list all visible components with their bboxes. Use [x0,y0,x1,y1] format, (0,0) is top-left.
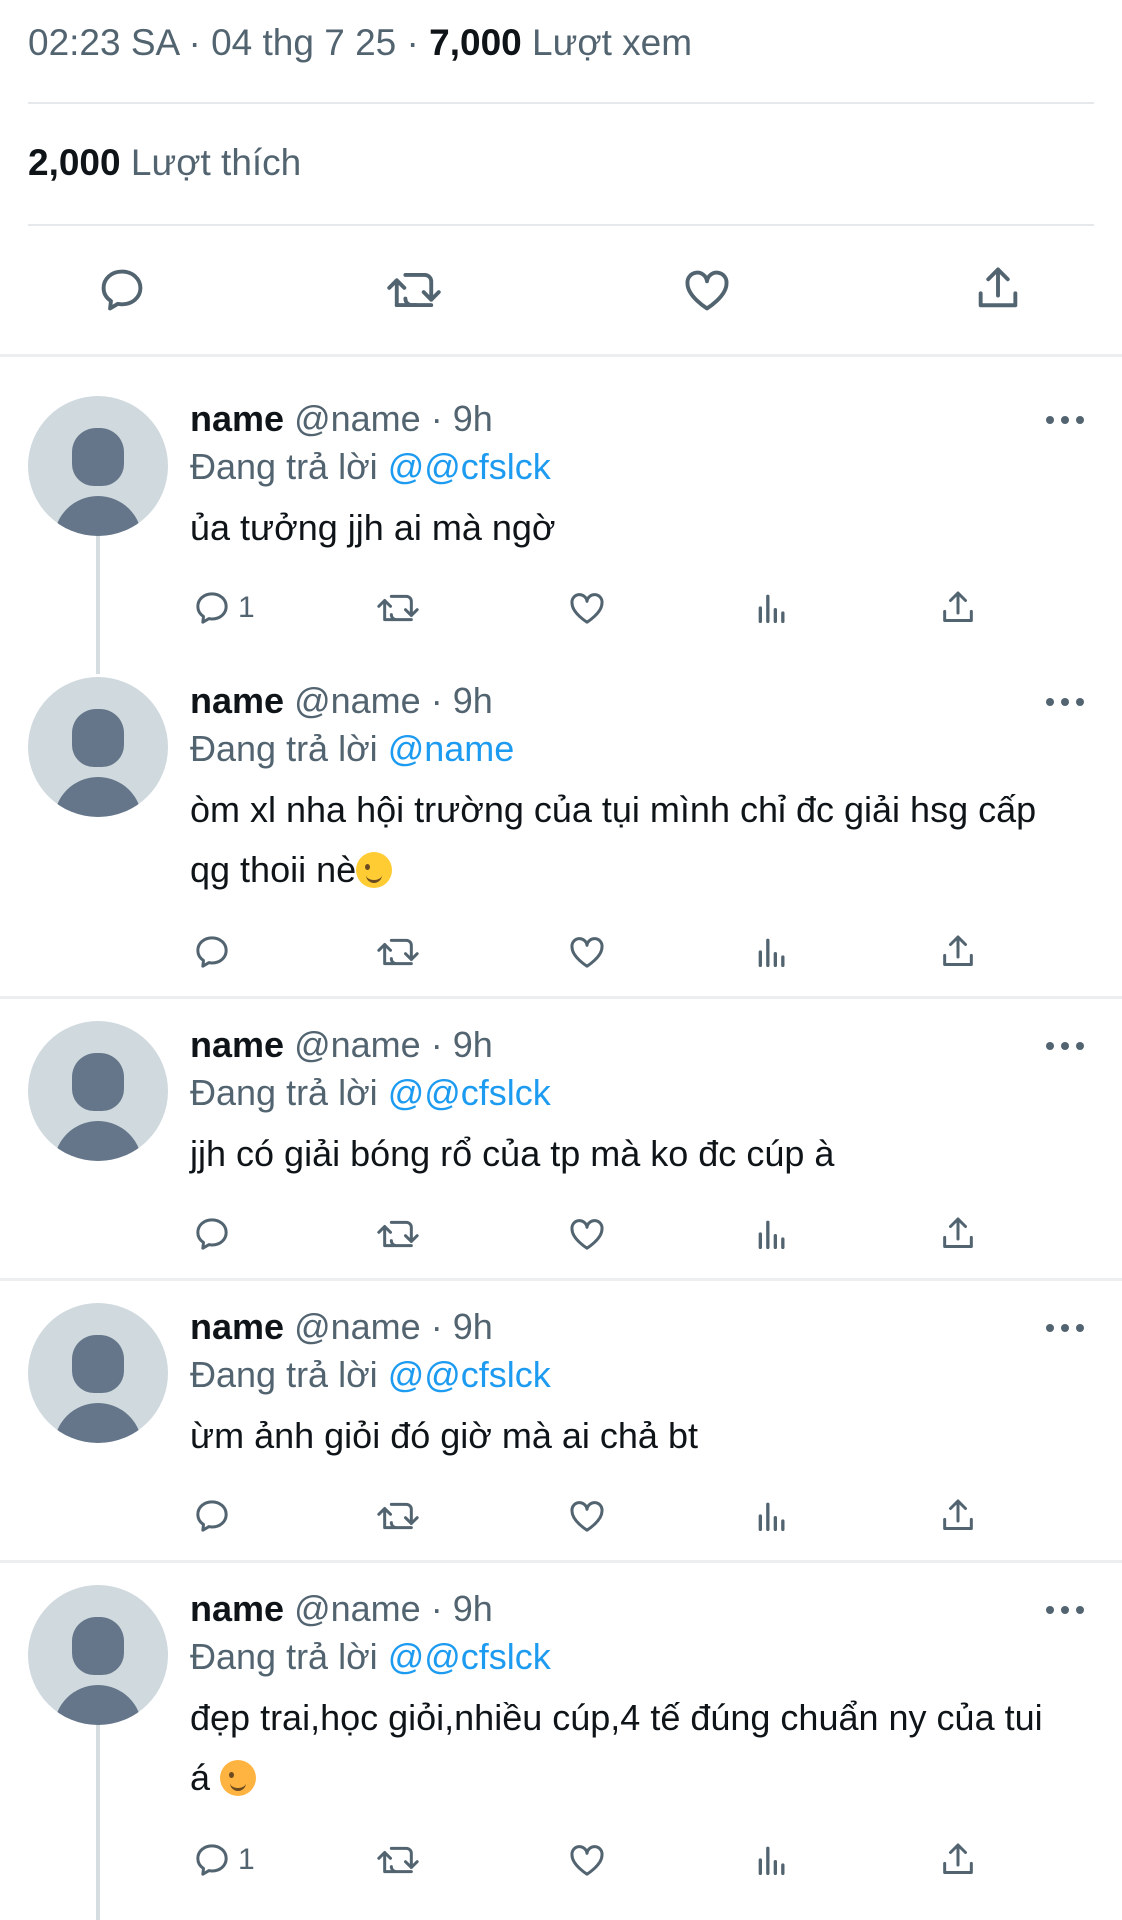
reply-icon[interactable] [192,1212,232,1256]
reply-header: name @name · 9h [190,680,493,721]
thread-connector [96,1718,100,1920]
reply-divider [0,1560,1122,1563]
replying-to-handle[interactable]: @@cfslck [388,446,551,487]
avatar[interactable] [28,396,168,536]
likes-label: Lượt thích [130,142,302,183]
reply-text-block: đẹp trai,học giỏi,nhiều cúp,4 tế đúng ch… [190,1688,1070,1808]
like-icon[interactable] [566,930,608,974]
reply-action[interactable]: 1 [192,1838,255,1882]
avatar[interactable] [28,1303,168,1443]
views-count: 7,000 [429,22,522,63]
reply-divider [0,1278,1122,1281]
reply-age: 9h [452,1588,493,1629]
replying-to-handle[interactable]: @name [388,728,515,769]
like-icon[interactable] [680,264,734,316]
share-icon[interactable] [938,586,978,630]
user-handle[interactable]: @name [294,1588,421,1629]
like-icon[interactable] [566,586,608,630]
replying-to: Đang trả lời @name [190,728,515,769]
share-icon[interactable] [938,1494,978,1538]
replying-to: Đang trả lời @@cfslck [190,446,551,487]
replying-to: Đang trả lời @@cfslck [190,1636,551,1677]
share-icon[interactable] [938,1212,978,1256]
like-icon[interactable] [566,1838,608,1882]
reply-age: 9h [452,1306,493,1347]
reply-count: 1 [238,1843,255,1876]
reply-header: name @name · 9h [190,398,493,439]
more-options-icon[interactable] [1046,1606,1086,1616]
more-options-icon[interactable] [1046,1042,1086,1052]
user-handle[interactable]: @name [294,1024,421,1065]
reply-count: 1 [238,591,255,624]
reply-text: jjh có giải bóng rổ của tp mà ko đc cúp … [190,1133,835,1174]
replying-to: Đang trả lời @@cfslck [190,1354,551,1395]
reply-icon[interactable] [192,930,232,974]
like-icon[interactable] [566,1494,608,1538]
more-options-icon[interactable] [1046,698,1086,708]
reply-text: ủa tưởng jjh ai mà ngờ [190,507,556,548]
display-name[interactable]: name [190,680,284,721]
more-options-icon[interactable] [1046,416,1086,426]
views-icon[interactable] [752,586,792,630]
tweet-meta: 02:23 SA · 04 thg 7 25 · 7,000 Lượt xem [28,22,693,63]
reply-age: 9h [452,398,493,439]
section-divider [0,354,1122,357]
display-name[interactable]: name [190,1024,284,1065]
retweet-icon[interactable] [386,264,442,316]
avatar[interactable] [28,1585,168,1725]
reply-text: òm xl nha hội trường của tụi mình chỉ đc… [190,789,1037,890]
share-icon[interactable] [938,1838,978,1882]
likes-row[interactable]: 2,000 Lượt thích [28,142,301,184]
more-options-icon[interactable] [1046,1324,1086,1334]
reply-text: ừm ảnh giỏi đó giờ mà ai chả bt [190,1415,698,1456]
user-handle[interactable]: @name [294,680,421,721]
reply-icon[interactable] [192,1494,232,1538]
replying-to-handle[interactable]: @@cfslck [388,1636,551,1677]
reply-text-block: òm xl nha hội trường của tụi mình chỉ đc… [190,780,1070,900]
likes-count: 2,000 [28,142,121,183]
reply-header: name @name · 9h [190,1306,493,1347]
replying-to: Đang trả lời @@cfslck [190,1072,551,1113]
views-icon[interactable] [752,930,792,974]
replying-to-handle[interactable]: @@cfslck [388,1072,551,1113]
reply-header: name @name · 9h [190,1588,493,1629]
replying-to-handle[interactable]: @@cfslck [388,1354,551,1395]
reply-icon [196,592,228,624]
reply-text: đẹp trai,học giỏi,nhiều cúp,4 tế đúng ch… [190,1697,1043,1798]
steam-from-nose-emoji [220,1760,257,1796]
reply-age: 9h [452,680,493,721]
tweet-date: 04 thg 7 25 [211,22,397,63]
reply-icon [196,1844,228,1876]
retweet-icon[interactable] [376,930,420,974]
display-name[interactable]: name [190,1588,284,1629]
retweet-icon[interactable] [376,1494,420,1538]
avatar[interactable] [28,1021,168,1161]
user-handle[interactable]: @name [294,1306,421,1347]
thread-connector [96,536,100,674]
like-icon[interactable] [566,1212,608,1256]
retweet-icon[interactable] [376,1838,420,1882]
share-icon[interactable] [938,930,978,974]
reply-header: name @name · 9h [190,1024,493,1065]
views-label: Lượt xem [532,22,693,63]
user-handle[interactable]: @name [294,398,421,439]
wink-emoji [356,852,393,888]
divider [28,102,1094,104]
retweet-icon[interactable] [376,586,420,630]
retweet-icon[interactable] [376,1212,420,1256]
views-icon[interactable] [752,1494,792,1538]
views-icon[interactable] [752,1212,792,1256]
reply-action[interactable]: 1 [192,586,255,630]
divider [28,224,1094,226]
display-name[interactable]: name [190,1306,284,1347]
tweet-time: 02:23 SA [28,22,179,63]
views-icon[interactable] [752,1838,792,1882]
reply-icon[interactable] [96,264,148,316]
avatar[interactable] [28,677,168,817]
reply-age: 9h [452,1024,493,1065]
share-icon[interactable] [972,262,1024,316]
display-name[interactable]: name [190,398,284,439]
reply-divider [0,996,1122,999]
